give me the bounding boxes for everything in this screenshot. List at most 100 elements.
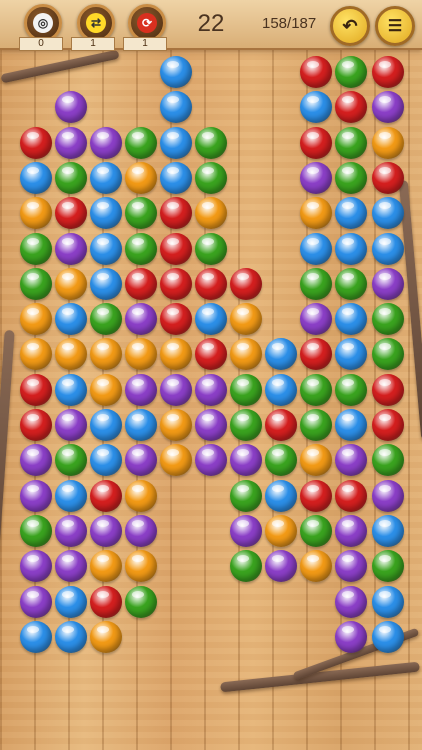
purple-ball[interactable] (55, 515, 87, 547)
red-ball[interactable] (335, 91, 367, 123)
blue-ball[interactable] (20, 621, 52, 653)
blue-ball[interactable] (55, 480, 87, 512)
red-ball[interactable] (300, 56, 332, 88)
green-ball[interactable] (20, 233, 52, 265)
purple-ball[interactable] (335, 550, 367, 582)
purple-ball[interactable] (20, 480, 52, 512)
green-ball[interactable] (230, 480, 262, 512)
green-ball[interactable] (20, 515, 52, 547)
blue-ball[interactable] (335, 197, 367, 229)
blue-ball[interactable] (160, 162, 192, 194)
blue-ball[interactable] (55, 374, 87, 406)
green-ball[interactable] (335, 374, 367, 406)
red-ball[interactable] (300, 338, 332, 370)
orange-ball[interactable] (20, 303, 52, 335)
purple-ball[interactable] (55, 127, 87, 159)
blue-ball[interactable] (125, 409, 157, 441)
blue-ball[interactable] (90, 233, 122, 265)
purple-ball[interactable] (55, 91, 87, 123)
green-ball[interactable] (372, 338, 404, 370)
blue-ball[interactable] (372, 586, 404, 618)
green-ball[interactable] (372, 444, 404, 476)
green-ball[interactable] (195, 127, 227, 159)
blue-ball[interactable] (90, 409, 122, 441)
orange-ball[interactable] (300, 550, 332, 582)
purple-ball[interactable] (55, 550, 87, 582)
purple-ball[interactable] (372, 91, 404, 123)
purple-ball[interactable] (195, 374, 227, 406)
green-ball[interactable] (230, 409, 262, 441)
blue-ball[interactable] (160, 56, 192, 88)
green-ball[interactable] (335, 268, 367, 300)
green-ball[interactable] (55, 162, 87, 194)
red-ball[interactable] (90, 480, 122, 512)
blue-ball[interactable] (265, 374, 297, 406)
purple-ball[interactable] (125, 374, 157, 406)
red-ball[interactable] (335, 480, 367, 512)
green-ball[interactable] (90, 303, 122, 335)
orange-ball[interactable] (125, 480, 157, 512)
blue-ball[interactable] (90, 268, 122, 300)
blue-ball[interactable] (335, 338, 367, 370)
purple-ball[interactable] (125, 303, 157, 335)
green-ball[interactable] (372, 303, 404, 335)
purple-ball[interactable] (20, 550, 52, 582)
orange-ball[interactable] (230, 303, 262, 335)
purple-ball[interactable] (300, 162, 332, 194)
green-ball[interactable] (125, 127, 157, 159)
blue-ball[interactable] (265, 338, 297, 370)
orange-ball[interactable] (265, 515, 297, 547)
orange-ball[interactable] (90, 621, 122, 653)
green-ball[interactable] (335, 56, 367, 88)
blue-ball[interactable] (90, 162, 122, 194)
orange-ball[interactable] (160, 444, 192, 476)
purple-ball[interactable] (20, 444, 52, 476)
green-ball[interactable] (265, 444, 297, 476)
purple-ball[interactable] (125, 444, 157, 476)
red-ball[interactable] (125, 268, 157, 300)
purple-ball[interactable] (55, 409, 87, 441)
purple-ball[interactable] (230, 515, 262, 547)
blue-ball[interactable] (160, 91, 192, 123)
green-ball[interactable] (230, 374, 262, 406)
orange-ball[interactable] (20, 197, 52, 229)
red-ball[interactable] (20, 127, 52, 159)
red-ball[interactable] (20, 374, 52, 406)
purple-ball[interactable] (195, 409, 227, 441)
purple-ball[interactable] (160, 374, 192, 406)
blue-ball[interactable] (372, 233, 404, 265)
blue-ball[interactable] (195, 303, 227, 335)
blue-ball[interactable] (335, 233, 367, 265)
orange-ball[interactable] (125, 162, 157, 194)
purple-ball[interactable] (372, 268, 404, 300)
green-ball[interactable] (20, 268, 52, 300)
green-ball[interactable] (195, 162, 227, 194)
game-board[interactable] (0, 52, 422, 750)
blue-ball[interactable] (300, 233, 332, 265)
purple-ball[interactable] (55, 233, 87, 265)
green-ball[interactable] (372, 550, 404, 582)
red-ball[interactable] (195, 338, 227, 370)
purple-ball[interactable] (125, 515, 157, 547)
orange-ball[interactable] (160, 338, 192, 370)
blue-ball[interactable] (335, 303, 367, 335)
red-ball[interactable] (300, 480, 332, 512)
purple-ball[interactable] (265, 550, 297, 582)
blue-ball[interactable] (300, 91, 332, 123)
blue-ball[interactable] (335, 409, 367, 441)
red-ball[interactable] (55, 197, 87, 229)
red-ball[interactable] (372, 374, 404, 406)
red-ball[interactable] (372, 409, 404, 441)
red-ball[interactable] (265, 409, 297, 441)
red-ball[interactable] (372, 56, 404, 88)
blue-ball[interactable] (372, 515, 404, 547)
orange-ball[interactable] (90, 374, 122, 406)
red-ball[interactable] (372, 162, 404, 194)
red-ball[interactable] (300, 127, 332, 159)
purple-ball[interactable] (195, 444, 227, 476)
green-ball[interactable] (300, 409, 332, 441)
orange-ball[interactable] (55, 268, 87, 300)
green-ball[interactable] (125, 586, 157, 618)
orange-ball[interactable] (160, 409, 192, 441)
blue-ball[interactable] (55, 586, 87, 618)
